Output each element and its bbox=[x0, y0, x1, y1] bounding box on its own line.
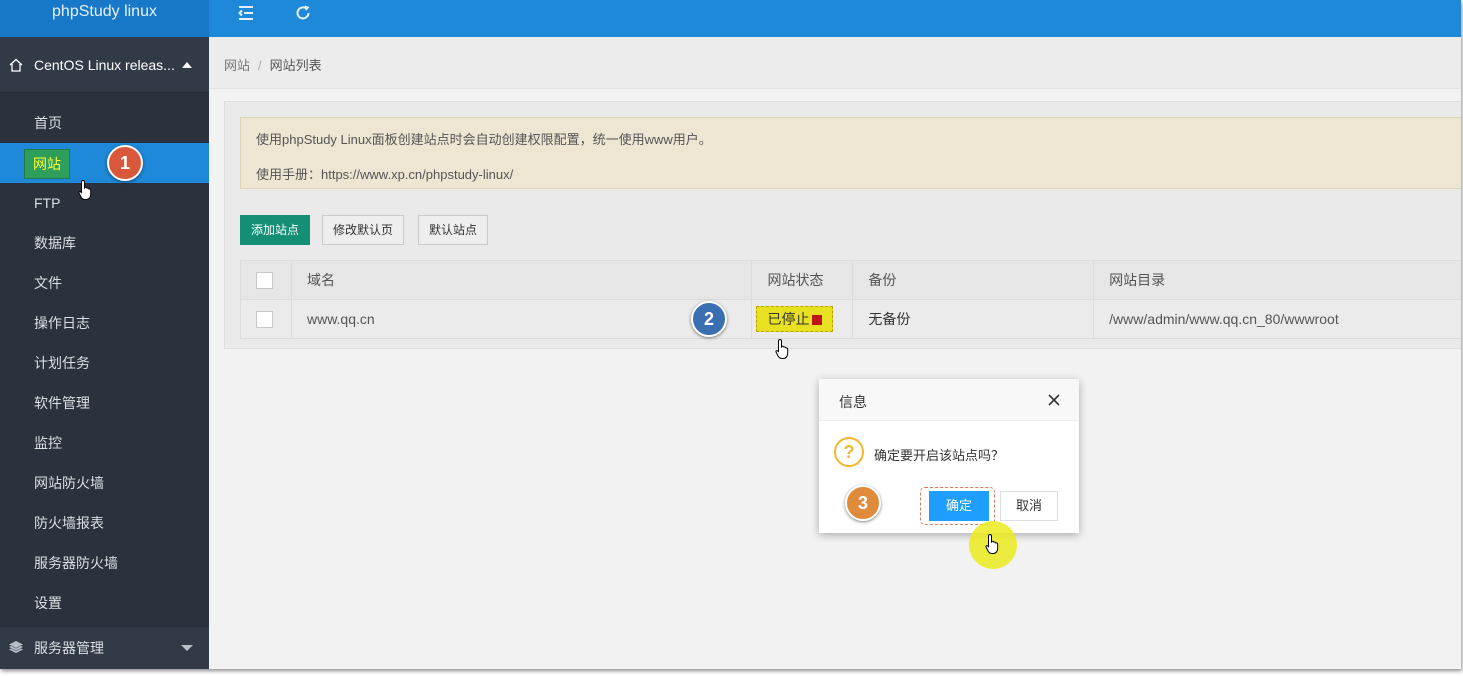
sidebar-item-label: 数据库 bbox=[34, 235, 76, 251]
row-select-cell bbox=[240, 299, 292, 339]
hand-cursor-icon bbox=[78, 179, 92, 200]
caret-up-icon bbox=[182, 62, 192, 68]
sidebar-item-label: 监控 bbox=[34, 435, 62, 451]
row-checkbox[interactable] bbox=[256, 310, 273, 328]
directory-cell[interactable]: /www/admin/www.qq.cn_80/wwwroot bbox=[1093, 299, 1461, 339]
system-selector[interactable]: CentOS Linux releas... bbox=[0, 37, 209, 93]
app-logo: phpStudy linux bbox=[0, 0, 209, 37]
step-marker-3: 3 bbox=[845, 485, 881, 521]
sidebar-item-monitor[interactable]: 监控 bbox=[0, 423, 209, 463]
breadcrumb-separator: / bbox=[258, 58, 262, 73]
sidebar-item-server-firewall[interactable]: 服务器防火墙 bbox=[0, 543, 209, 583]
step-marker-1: 1 bbox=[107, 145, 143, 181]
sidebar-item-software[interactable]: 软件管理 bbox=[0, 383, 209, 423]
question-icon: ? bbox=[834, 437, 864, 467]
menu-collapse-icon[interactable] bbox=[237, 4, 257, 22]
sidebar-item-label: 文件 bbox=[34, 275, 62, 291]
sidebar-item-web-firewall[interactable]: 网站防火墙 bbox=[0, 463, 209, 503]
system-label: CentOS Linux releas... bbox=[34, 57, 175, 73]
refresh-icon[interactable] bbox=[294, 4, 314, 22]
breadcrumb-current: 网站列表 bbox=[269, 58, 322, 73]
select-all-cell bbox=[240, 260, 292, 300]
dialog-message: 确定要开启该站点吗？ bbox=[874, 448, 1005, 463]
column-header-backup: 备份 bbox=[852, 260, 1095, 300]
group-label: 服务器管理 bbox=[34, 640, 104, 656]
column-header-directory: 网站目录 bbox=[1093, 260, 1461, 300]
step-marker-2: 2 bbox=[691, 301, 727, 337]
sidebar-item-label: 防火墙报表 bbox=[34, 515, 104, 531]
domain-cell[interactable]: www.qq.cn bbox=[290, 299, 753, 339]
sidebar-item-label: 网站防火墙 bbox=[34, 475, 104, 491]
sidebar-item-label: 网站 bbox=[24, 149, 70, 180]
sidebar-item-scheduled-tasks[interactable]: 计划任务 bbox=[0, 343, 209, 383]
sidebar-item-label: 计划任务 bbox=[34, 355, 90, 371]
caret-down-icon bbox=[181, 645, 193, 651]
sidebar-item-label: 服务器防火墙 bbox=[34, 555, 118, 571]
notice-line-1: 使用phpStudy Linux面板创建站点时会自动创建权限配置，统一使用www… bbox=[256, 132, 712, 147]
dialog-header: 信息 bbox=[819, 379, 1079, 421]
breadcrumb: 网站 / 网站列表 bbox=[224, 55, 322, 74]
default-site-button[interactable]: 默认站点 bbox=[418, 215, 489, 245]
select-all-checkbox[interactable] bbox=[256, 271, 273, 289]
sidebar: CentOS Linux releas... 首页 网站 FTP 数据库 文件 … bbox=[0, 37, 209, 669]
sidebar-item-website[interactable]: 网站 bbox=[0, 143, 209, 183]
table-row: www.qq.cn 已停止 无备份 /www/admin/www.qq.cn_8… bbox=[240, 299, 1461, 339]
close-icon[interactable] bbox=[1047, 393, 1061, 407]
sidebar-item-label: FTP bbox=[34, 195, 61, 211]
top-bar: phpStudy linux bbox=[0, 0, 1461, 37]
breadcrumb-root[interactable]: 网站 bbox=[224, 58, 250, 73]
sidebar-item-operation-log[interactable]: 操作日志 bbox=[0, 303, 209, 343]
status-cell: 已停止 bbox=[751, 299, 854, 339]
backup-cell[interactable]: 无备份 bbox=[852, 299, 1095, 339]
hand-cursor-icon bbox=[775, 338, 789, 359]
column-header-domain: 域名 bbox=[290, 260, 753, 300]
column-header-status: 网站状态 bbox=[751, 260, 854, 300]
sidebar-item-files[interactable]: 文件 bbox=[0, 263, 209, 303]
add-site-button[interactable]: 添加站点 bbox=[240, 215, 311, 245]
sidebar-item-home[interactable]: 首页 bbox=[0, 103, 209, 143]
home-icon bbox=[8, 57, 24, 73]
main-panel: 使用phpStudy Linux面板创建站点时会自动创建权限配置，统一使用www… bbox=[224, 101, 1461, 349]
notice-box: 使用phpStudy Linux面板创建站点时会自动创建权限配置，统一使用www… bbox=[240, 117, 1461, 189]
sidebar-item-label: 操作日志 bbox=[34, 315, 90, 331]
stopped-square-icon bbox=[812, 315, 823, 325]
sidebar-item-label: 设置 bbox=[34, 595, 62, 611]
site-status-toggle[interactable]: 已停止 bbox=[756, 306, 834, 332]
sites-table: 域名 网站状态 备份 网站目录 www.qq.cn 已停止 无备份 /www/a… bbox=[240, 260, 1461, 339]
sidebar-item-label: 软件管理 bbox=[34, 395, 90, 411]
hand-cursor-icon bbox=[985, 533, 999, 554]
sidebar-item-firewall-report[interactable]: 防火墙报表 bbox=[0, 503, 209, 543]
confirm-button[interactable]: 确定 bbox=[929, 491, 989, 521]
app-window: phpStudy linux CentOS Linux releas... 首页… bbox=[0, 0, 1461, 669]
sidebar-item-label: 首页 bbox=[34, 115, 62, 131]
dialog-title: 信息 bbox=[839, 394, 867, 410]
sidebar-item-settings[interactable]: 设置 bbox=[0, 583, 209, 623]
cancel-button[interactable]: 取消 bbox=[1000, 491, 1058, 521]
sidebar-item-database[interactable]: 数据库 bbox=[0, 223, 209, 263]
layers-icon bbox=[8, 639, 24, 655]
breadcrumb-bar: 网站 / 网站列表 bbox=[209, 37, 1461, 89]
status-text: 已停止 bbox=[767, 311, 810, 327]
notice-line-2: 使用手册：https://www.xp.cn/phpstudy-linux/ bbox=[256, 167, 514, 182]
server-management-group[interactable]: 服务器管理 bbox=[0, 627, 209, 669]
edit-default-page-button[interactable]: 修改默认页 bbox=[322, 215, 405, 245]
sidebar-nav: 首页 网站 FTP 数据库 文件 操作日志 计划任务 软件管理 监控 网站防火墙… bbox=[0, 103, 209, 623]
sidebar-item-ftp[interactable]: FTP bbox=[0, 183, 209, 223]
table-header-row: 域名 网站状态 备份 网站目录 bbox=[240, 260, 1461, 300]
